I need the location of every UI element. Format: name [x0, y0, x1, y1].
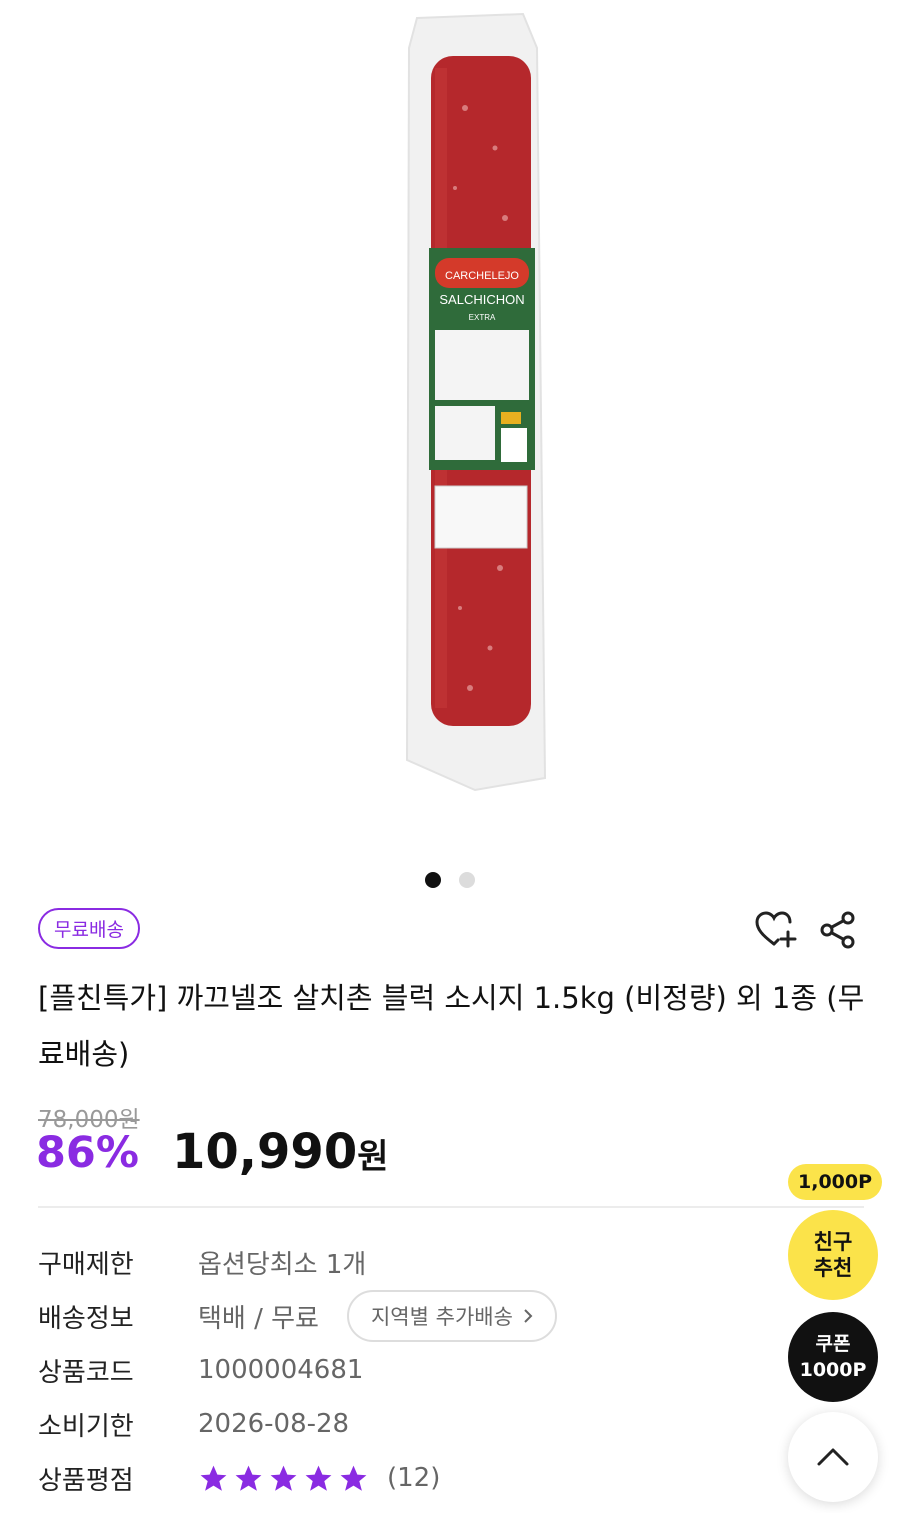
delivery-label: 배송정보 — [38, 1303, 134, 1334]
share-icon — [820, 911, 855, 949]
gallery-pagination[interactable] — [0, 872, 900, 888]
free-shipping-badge: 무료배송 — [38, 908, 140, 949]
purchase-limit-label: 구매제한 — [38, 1249, 134, 1280]
scroll-to-top-button[interactable] — [788, 1412, 878, 1502]
regional-shipping-button[interactable]: 지역별 추가배송 — [346, 1290, 557, 1342]
coupon-line2: 1000P — [799, 1359, 867, 1381]
friend-recommend-line2: 추천 — [813, 1256, 853, 1280]
share-button[interactable] — [816, 908, 860, 952]
gallery-dot-2[interactable] — [459, 872, 475, 888]
gallery-dot-1[interactable] — [425, 872, 441, 888]
expiry-label: 소비기한 — [38, 1411, 134, 1442]
star-icon — [235, 1465, 262, 1491]
brand-label-text: CARCHELEJO — [445, 270, 519, 282]
product-label-text: SALCHICHON — [439, 292, 524, 307]
section-divider — [38, 1206, 864, 1208]
delivery-value: 택배 / 무료 — [198, 1303, 319, 1334]
star-icon — [200, 1465, 227, 1491]
free-shipping-badge-label: 무료배송 — [54, 919, 124, 941]
product-sublabel-text: EXTRA — [469, 313, 496, 322]
expiry-value: 2026-08-28 — [198, 1409, 350, 1439]
expiry-row: 소비기한 2026-08-28 — [38, 1404, 349, 1444]
coupon-button[interactable]: 쿠폰 1000P — [788, 1312, 878, 1402]
product-code-row: 상품코드 1000004681 — [38, 1350, 363, 1390]
star-icon — [340, 1465, 367, 1491]
product-image-gallery[interactable]: CARCHELEJO SALCHICHON EXTRA — [0, 0, 900, 850]
rating-stars[interactable] — [198, 1463, 369, 1494]
friend-recommend-button[interactable]: 친구 추천 — [788, 1210, 878, 1300]
heart-plus-icon — [755, 911, 797, 948]
points-badge: 1,000P — [788, 1164, 883, 1200]
purchase-limit-row: 구매제한 옵션당최소 1개 — [38, 1242, 366, 1282]
star-icon — [305, 1465, 332, 1491]
friend-recommend-line1: 친구 — [813, 1230, 853, 1254]
review-count[interactable]: (12) — [387, 1463, 440, 1493]
sale-price-value: 10,990 — [172, 1124, 358, 1180]
star-icon — [270, 1465, 297, 1491]
rating-row: 상품평점 (12) — [38, 1458, 440, 1498]
product-code-value: 1000004681 — [198, 1355, 364, 1385]
rating-label: 상품평점 — [38, 1465, 134, 1496]
delivery-row: 배송정보 택배 / 무료 지역별 추가배송 — [38, 1290, 557, 1342]
sale-price: 10,990원 — [172, 1124, 389, 1180]
chevron-right-icon — [524, 1309, 533, 1323]
wishlist-button[interactable] — [754, 908, 798, 952]
coupon-line1: 쿠폰 — [815, 1333, 851, 1355]
regional-shipping-label: 지역별 추가배송 — [370, 1305, 513, 1329]
product-code-label: 상품코드 — [38, 1357, 134, 1388]
purchase-limit-value: 옵션당최소 1개 — [198, 1249, 367, 1280]
product-image: CARCHELEJO SALCHICHON EXTRA — [405, 12, 547, 792]
sale-price-unit: 원 — [357, 1137, 389, 1177]
discount-rate: 86% — [36, 1128, 139, 1178]
product-title: [플친특가] 까끄넬조 살치촌 블럭 소시지 1.5kg (비정량) 외 1종 … — [38, 981, 865, 1071]
chevron-up-icon — [817, 1448, 849, 1466]
